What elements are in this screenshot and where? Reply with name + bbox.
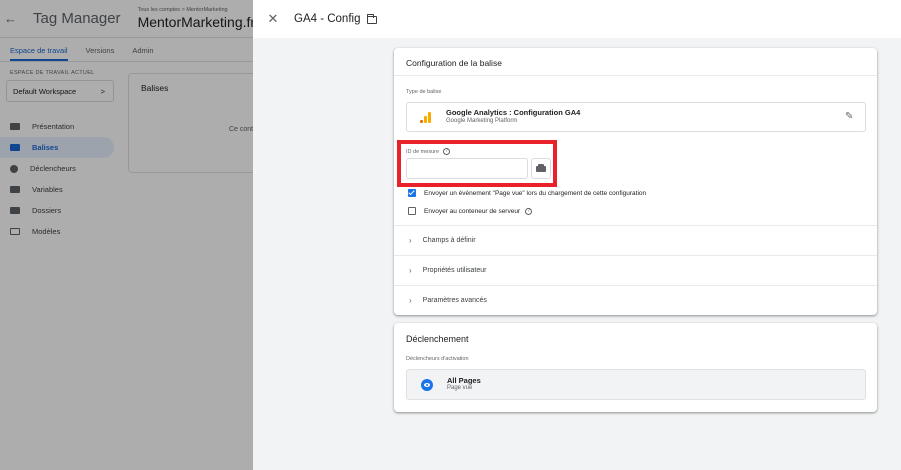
server-container-checkbox[interactable] [408,207,416,215]
expander-label: Champs à définir [422,237,476,244]
tag-type-name: Google Analytics : Configuration GA4 [446,108,581,118]
chevron-right-icon: › [409,296,412,305]
trigger-item-all-pages[interactable]: All Pages Page vue [406,369,866,400]
close-icon[interactable]: ✕ [266,11,280,27]
tag-type-text: Google Analytics : Configuration GA4 Goo… [446,109,580,125]
tag-type-label: Type de balise [406,89,442,95]
help-icon[interactable]: ? [525,207,533,215]
edit-pencil-icon[interactable]: ✎ [845,112,855,122]
pageview-checkbox-row[interactable]: Envoyer un événement "Page vue" lors du … [408,189,646,197]
server-container-checkbox-label: Envoyer au conteneur de serveur [424,207,521,215]
expander-label: Propriétés utilisateur [422,267,487,274]
expander-label: Paramètres avancés [422,297,487,304]
fields-to-set-expander[interactable]: › Champs à définir [394,225,877,255]
tag-configuration-card: Configuration de la balise Type de balis… [394,48,877,315]
tag-type-selector[interactable]: Google Analytics : Configuration GA4 Goo… [406,102,866,132]
tag-name-title[interactable]: GA4 - Config [294,13,360,25]
pageview-checkbox-label: Envoyer un événement "Page vue" lors du … [424,189,647,197]
folder-icon[interactable] [367,13,378,24]
modal-scrim[interactable] [0,0,253,470]
configuration-header: Configuration de la balise [394,48,877,76]
firing-triggers-label: Déclencheurs d'activation [406,356,469,362]
triggering-card[interactable]: Déclenchement Déclencheurs d'activation … [394,323,877,412]
server-container-checkbox-row[interactable]: Envoyer au conteneur de serveur ? [408,207,533,215]
triggering-header: Déclenchement [406,334,469,344]
chevron-right-icon: › [409,236,412,245]
panel-header: ✕ GA4 - Config [253,0,901,38]
trigger-kind: Page vue [447,385,473,392]
advanced-settings-expander[interactable]: › Paramètres avancés [394,285,877,315]
chevron-right-icon: › [409,266,412,275]
tag-editor-panel: ✕ GA4 - Config Configuration de la balis… [253,0,901,470]
trigger-name: All Pages [447,375,481,385]
pageview-checkbox[interactable] [408,189,416,197]
user-properties-expander[interactable]: › Propriétés utilisateur [394,255,877,285]
google-analytics-icon [420,111,432,123]
trigger-text: All Pages Page vue [447,375,481,393]
pageview-eye-icon [421,378,433,391]
annotation-highlight-box [397,140,557,187]
tag-type-platform: Google Marketing Platform [446,117,518,124]
